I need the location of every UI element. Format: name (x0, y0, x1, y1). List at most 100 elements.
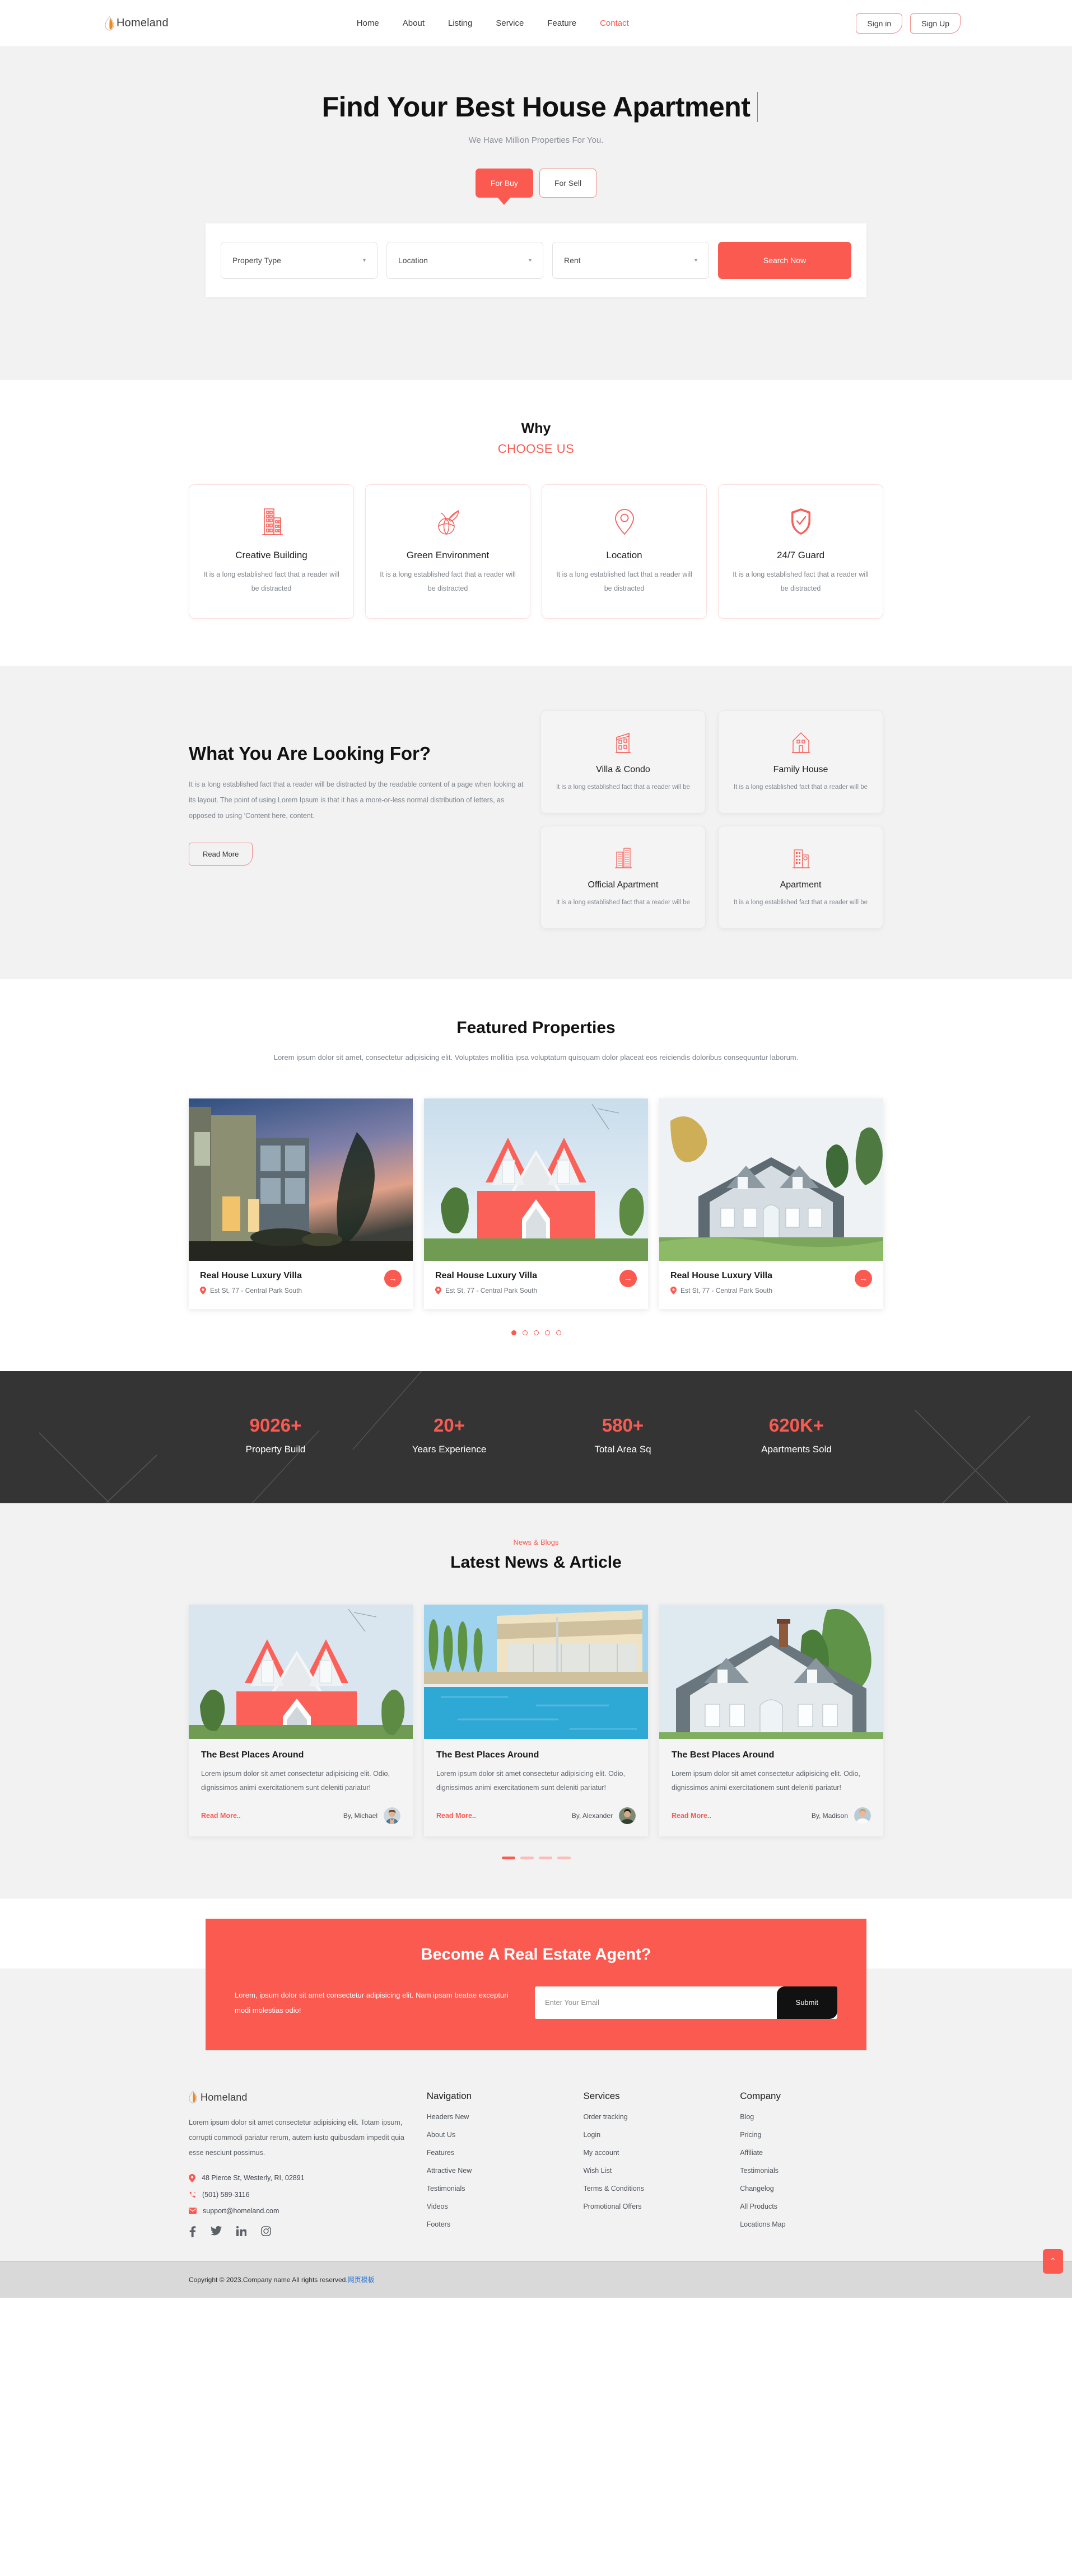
copyright-text: Copyright © 2023.Company name All rights… (189, 2275, 348, 2284)
featured-carousel: Real House Luxury Villa Est St, 77 - Cen… (189, 1098, 883, 1309)
footer-link[interactable]: Blog (740, 2113, 883, 2121)
back-to-top-button[interactable]: ⌃ (1043, 2248, 1063, 2274)
category-card-apartment[interactable]: Apartment It is a long established fact … (718, 826, 883, 929)
rent-select[interactable]: Rent ▾ (552, 242, 709, 279)
footer-link[interactable]: Headers New (427, 2113, 570, 2121)
blog-image (424, 1604, 648, 1739)
nav-item-feature[interactable]: Feature (547, 18, 576, 28)
looking-body: It is a long established fact that a rea… (189, 780, 524, 820)
carousel-dot-3[interactable] (533, 1330, 539, 1335)
footer-link[interactable]: About Us (427, 2131, 570, 2139)
footer-link[interactable]: Attractive New (427, 2167, 570, 2175)
footer-link[interactable]: Terms & Conditions (583, 2185, 726, 2192)
property-image (424, 1098, 648, 1261)
map-pin-icon (670, 1286, 677, 1294)
property-card[interactable]: Real House Luxury Villa Est St, 77 - Cen… (659, 1098, 883, 1309)
chevron-down-icon: ▾ (694, 257, 697, 264)
read-more-button[interactable]: Read More (189, 843, 253, 866)
why-card-guard[interactable]: 24/7 Guard It is a long established fact… (718, 484, 883, 619)
footer-address-item: 48 Pierce St, Westerly, RI, 02891 (189, 2173, 413, 2182)
property-arrow-button[interactable]: → (384, 1269, 402, 1287)
blog-dash-1[interactable] (501, 1856, 515, 1859)
blog-read-more-link[interactable]: Read More.. (436, 1812, 476, 1820)
blog-card[interactable]: The Best Places Around Lorem ipsum dolor… (189, 1604, 413, 1836)
footer-link[interactable]: Order tracking (583, 2113, 726, 2121)
nav-item-home[interactable]: Home (357, 18, 379, 28)
email-input[interactable] (535, 1998, 777, 2007)
footer-link[interactable]: My account (583, 2149, 726, 2157)
stat-number: 9026+ (249, 1414, 302, 1436)
sign-up-button[interactable]: Sign Up (910, 13, 961, 34)
carousel-dot-2[interactable] (522, 1330, 528, 1335)
property-arrow-button[interactable]: → (619, 1269, 637, 1287)
footer-link[interactable]: Footers (427, 2220, 570, 2228)
stat-number: 620K+ (768, 1414, 824, 1436)
blog-text: Lorem ipsum dolor sit amet consectetur a… (672, 1769, 860, 1792)
property-card[interactable]: Real House Luxury Villa Est St, 77 - Cen… (189, 1098, 413, 1309)
nav-item-about[interactable]: About (403, 18, 425, 28)
footer-link[interactable]: All Products (740, 2203, 883, 2210)
rent-value: Rent (564, 256, 581, 265)
carousel-dot-5[interactable] (556, 1330, 561, 1335)
for-sell-button[interactable]: For Sell (539, 169, 597, 198)
footer-link[interactable]: Pricing (740, 2131, 883, 2139)
footer-link[interactable]: Affiliate (740, 2149, 883, 2157)
footer-link[interactable]: Promotional Offers (583, 2203, 726, 2210)
stat-number: 20+ (434, 1414, 465, 1436)
carousel-dot-4[interactable] (544, 1330, 550, 1335)
brand-logo[interactable]: Homeland (105, 16, 169, 31)
why-card-creative-building[interactable]: Creative Building It is a long establish… (189, 484, 354, 619)
footer-link[interactable]: Features (427, 2149, 570, 2157)
footer-column-title: Services (583, 2090, 620, 2101)
location-select[interactable]: Location ▾ (386, 242, 543, 279)
submit-button[interactable]: Submit (776, 1986, 837, 2019)
buy-sell-toggle: For Buy For Sell (0, 169, 1072, 198)
why-card-location[interactable]: Location It is a long established fact t… (542, 484, 707, 619)
blog-dash-3[interactable] (538, 1856, 552, 1859)
featured-carousel-dots (189, 1330, 883, 1335)
footer-link[interactable]: Testimonials (740, 2167, 883, 2175)
sign-in-button[interactable]: Sign in (856, 13, 903, 34)
footer-link[interactable]: Login (583, 2131, 726, 2139)
footer-logo[interactable]: Homeland (189, 2091, 413, 2105)
category-card-official-apartment[interactable]: Official Apartment It is a long establis… (540, 826, 706, 929)
nav-item-contact[interactable]: Contact (600, 18, 629, 28)
property-type-select[interactable]: Property Type ▾ (221, 242, 377, 279)
category-card-villa-condo[interactable]: Villa & Condo It is a long established f… (540, 710, 706, 814)
footer-link[interactable]: Wish List (583, 2167, 726, 2175)
why-card-green-environment[interactable]: Green Environment It is a long establish… (365, 484, 530, 619)
nav-item-listing[interactable]: Listing (448, 18, 472, 28)
for-buy-button[interactable]: For Buy (475, 169, 533, 198)
nav-item-service[interactable]: Service (496, 18, 524, 28)
carousel-dot-1[interactable] (511, 1330, 516, 1335)
footer-link[interactable]: Testimonials (427, 2185, 570, 2192)
blog-card[interactable]: The Best Places Around Lorem ipsum dolor… (424, 1604, 648, 1836)
search-now-button[interactable]: Search Now (718, 242, 851, 279)
linkedin-icon[interactable] (236, 2226, 246, 2237)
building-icon (202, 505, 341, 539)
property-type-value: Property Type (232, 256, 281, 265)
blog-read-more-link[interactable]: Read More.. (672, 1812, 711, 1820)
office-tower-icon (552, 843, 694, 872)
copyright-link[interactable]: 网页模板 (348, 2276, 375, 2284)
hero-title: Find Your Best House Apartment (321, 91, 758, 123)
footer-link[interactable]: Changelog (740, 2185, 883, 2192)
instagram-icon[interactable] (261, 2226, 271, 2237)
property-arrow-button[interactable]: → (855, 1269, 872, 1287)
blog-read-more-link[interactable]: Read More.. (201, 1812, 241, 1820)
blog-dash-2[interactable] (520, 1856, 534, 1859)
property-title: Real House Luxury Villa (670, 1270, 772, 1280)
why-card-title: Green Environment (406, 550, 490, 560)
facebook-icon[interactable] (189, 2226, 196, 2237)
blog-dash-4[interactable] (557, 1856, 571, 1859)
category-title: Apartment (780, 880, 822, 890)
footer-link[interactable]: Locations Map (740, 2220, 883, 2228)
hero-subtitle: We Have Million Properties For You. (468, 135, 604, 145)
twitter-icon[interactable] (211, 2226, 222, 2237)
blog-card[interactable]: The Best Places Around Lorem ipsum dolor… (659, 1604, 883, 1836)
avatar (854, 1807, 871, 1824)
category-card-family-house[interactable]: Family House It is a long established fa… (718, 710, 883, 814)
stat-number: 580+ (602, 1414, 644, 1436)
property-card[interactable]: Real House Luxury Villa Est St, 77 - Cen… (424, 1098, 648, 1309)
footer-link[interactable]: Videos (427, 2203, 570, 2210)
